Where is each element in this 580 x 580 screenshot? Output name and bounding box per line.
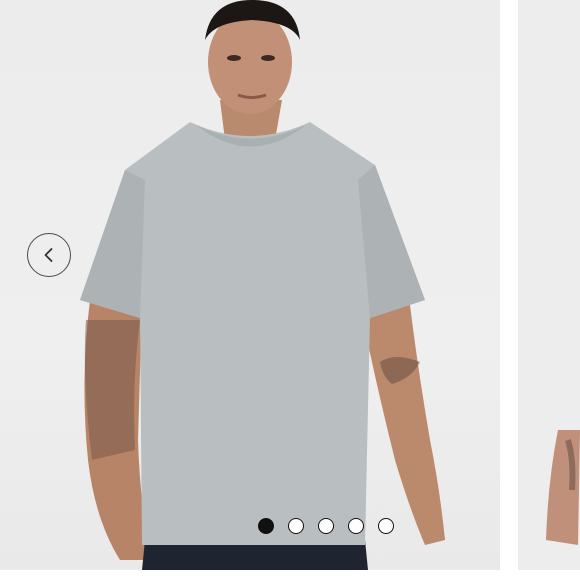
pagination-dot-4[interactable]	[348, 518, 364, 534]
pagination-dot-1[interactable]	[258, 518, 274, 534]
product-image-carousel	[0, 0, 580, 580]
chevron-left-icon	[44, 248, 53, 262]
carousel-slide-current	[0, 0, 500, 570]
pagination-dot-3[interactable]	[318, 518, 334, 534]
next-product-photo-peek	[546, 430, 580, 545]
carousel-slide-next-peek	[518, 0, 580, 570]
slide-gap	[500, 0, 518, 580]
pagination-dot-2[interactable]	[288, 518, 304, 534]
carousel-pagination	[258, 518, 394, 534]
bottom-border	[0, 570, 580, 580]
previous-slide-button[interactable]	[27, 233, 71, 277]
pagination-dot-5[interactable]	[378, 518, 394, 534]
product-photo-model-tshirt	[80, 0, 445, 570]
